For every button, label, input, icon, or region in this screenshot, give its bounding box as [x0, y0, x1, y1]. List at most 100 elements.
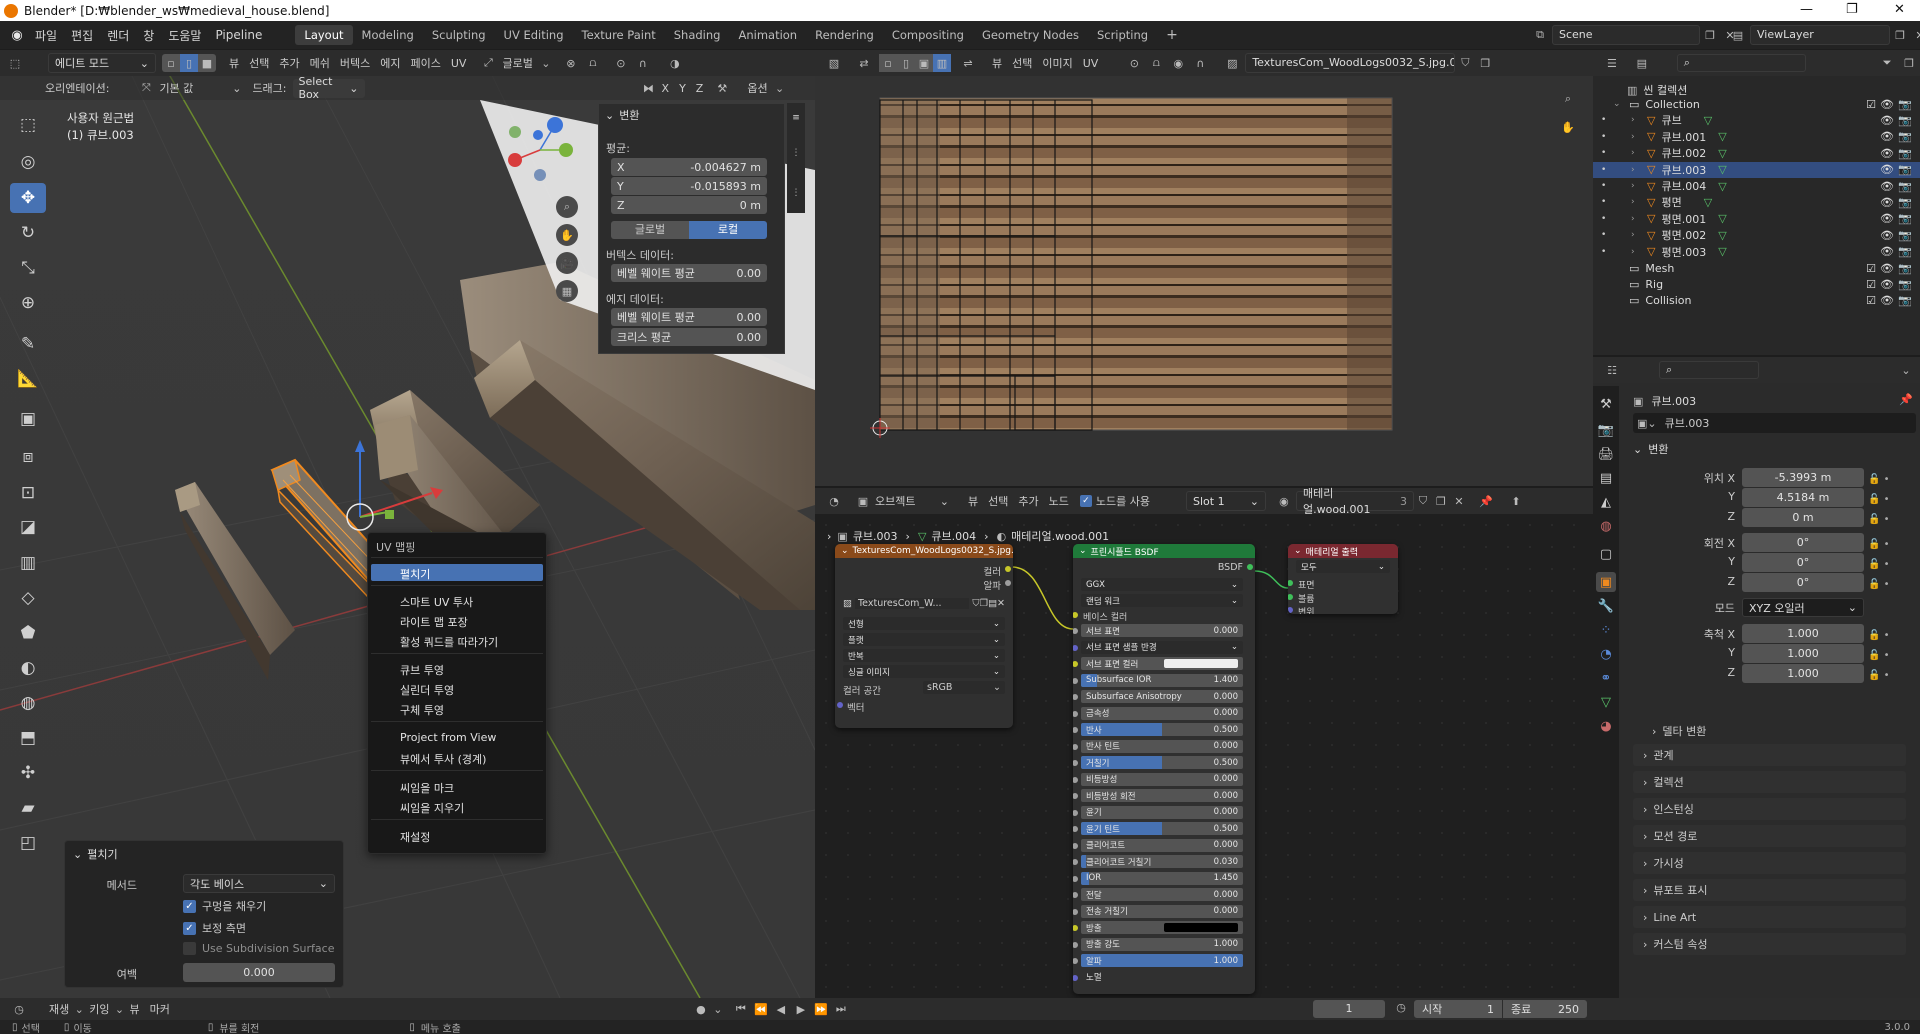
data-tab-icon[interactable]: ▽ — [1596, 692, 1616, 712]
expand-arrow-icon[interactable]: › — [1631, 214, 1641, 224]
new-collection-icon[interactable]: ❐ — [1898, 57, 1920, 70]
menu-window[interactable]: 창 — [136, 27, 161, 44]
minimize-icon[interactable]: — — [1800, 2, 1813, 17]
bsdf-input-socket[interactable] — [1073, 677, 1078, 684]
uv-face-mode-icon[interactable]: ▣ — [915, 54, 933, 72]
scale-x-field[interactable]: 1.000 — [1742, 624, 1864, 643]
face-select-icon[interactable]: ■ — [198, 54, 216, 72]
rotation-z-field[interactable]: 0° — [1742, 573, 1864, 592]
vp-menu-mesh[interactable]: 메쉬 — [305, 55, 335, 71]
bsdf-input-row[interactable]: 서브 표면 컬러 — [1081, 657, 1243, 670]
prev-keyframe-icon[interactable]: ⏪ — [751, 1003, 771, 1016]
distribution-dropdown[interactable]: GGX ⌄ — [1081, 578, 1243, 591]
uv-pan-icon[interactable]: ✋ — [1557, 116, 1579, 138]
image-vector-socket[interactable] — [837, 702, 843, 708]
output-target-dropdown[interactable]: 모두 ⌄ — [1296, 560, 1390, 573]
bsdf-input-row[interactable]: 윤기 틴트 0.500 — [1081, 822, 1243, 835]
image-texture-node[interactable]: ⌄ TexturesCom_WoodLogs0032_S.jpg.00 컬러 알파… — [835, 544, 1013, 728]
median-x-field[interactable]: X -0.004627 m — [611, 158, 767, 176]
properties-search-input[interactable]: ⌕ — [1659, 361, 1759, 379]
slot-dropdown[interactable]: Slot 1 ⌄ — [1185, 491, 1266, 511]
delta-transform-subpanel[interactable]: › 델타 변환 — [1652, 723, 1706, 739]
menu-item-smart-uv-project[interactable]: 스마트 UV 투사 — [400, 594, 473, 610]
tab-geometry-nodes[interactable]: Geometry Nodes — [973, 25, 1088, 45]
properties-editor-type-icon[interactable]: ☷ — [1601, 364, 1623, 377]
uv-menu-image[interactable]: 이미지 — [1037, 55, 1077, 71]
camera-render-icon[interactable]: 📷 — [1898, 98, 1912, 111]
visibility-panel[interactable]: › 가시성 — [1633, 852, 1906, 874]
add-cube-tool[interactable]: ▣ — [10, 404, 46, 434]
image-browse-icon[interactable]: ▨ — [1221, 57, 1243, 70]
bsdf-input-row[interactable]: 클리어코트 0.000 — [1081, 838, 1243, 852]
pin-properties-icon[interactable]: 📌 — [1899, 393, 1913, 406]
shader-type-dropdown[interactable]: 오브젝트 ⌄ — [871, 493, 953, 509]
node-menu-view[interactable]: 뷰 — [963, 493, 983, 509]
color-swatch[interactable] — [1164, 659, 1238, 668]
node-menu-add[interactable]: 추가 — [1013, 493, 1043, 509]
camera-view-icon[interactable]: 🎥 — [556, 252, 578, 274]
outliner-object-row[interactable]: • › ▽ 평면.003 ▽ 👁 📷 — [1593, 244, 1920, 260]
spin-tool[interactable]: ◐ — [10, 653, 46, 683]
use-subdivision-checkbox[interactable]: Use Subdivision Surface — [183, 942, 334, 955]
material-fake-user-icon[interactable]: ⛉ — [1414, 494, 1432, 508]
extension-dropdown[interactable]: 반복 ⌄ — [843, 649, 1005, 662]
jump-end-icon[interactable]: ⏭ — [831, 1002, 851, 1016]
bevel-tool[interactable]: ◪ — [10, 512, 46, 542]
edge-select-icon[interactable]: ▯ — [180, 54, 198, 72]
jump-start-icon[interactable]: ⏮ — [731, 1002, 751, 1016]
outliner-collection-row[interactable]: ▭ Mesh ☑ 👁 📷 — [1593, 260, 1920, 276]
sidebar-tab-item[interactable]: ≡ — [787, 103, 805, 133]
outliner-object-row[interactable]: • › ▽ 큐브.002 ▽ 👁 📷 — [1593, 145, 1920, 161]
eye-icon[interactable]: 👁 — [1880, 196, 1894, 209]
move-tool[interactable]: ✥ — [10, 183, 46, 213]
vp-menu-vertex[interactable]: 버텍스 — [335, 55, 375, 71]
camera-render-icon[interactable]: 📷 — [1898, 245, 1912, 258]
select-box-tool[interactable]: ⬚ — [10, 110, 46, 140]
bsdf-input-row[interactable]: 비등방성 회전 0.000 — [1081, 789, 1243, 802]
expand-arrow-icon[interactable]: ⌄ — [1613, 99, 1623, 109]
extrude-tool[interactable]: ⧈ — [10, 442, 46, 472]
expand-arrow-icon[interactable]: › — [1631, 132, 1641, 142]
camera-render-icon[interactable]: 📷 — [1898, 212, 1912, 225]
particles-tab-icon[interactable]: ⁘ — [1596, 620, 1616, 640]
local-button[interactable]: 로컬 — [689, 221, 767, 239]
line-art-panel[interactable]: › Line Art — [1633, 906, 1906, 928]
include-checkbox-icon[interactable]: ☑ — [1866, 278, 1876, 291]
start-frame-field[interactable]: 시작 1 — [1414, 1000, 1502, 1018]
orientation-dropdown[interactable]: 기본 값 ⌄ — [155, 80, 245, 96]
fill-holes-checkbox[interactable]: ✓ 구멍을 채우기 — [183, 898, 266, 914]
vp-menu-face[interactable]: 페이스 — [406, 55, 446, 71]
camera-render-icon[interactable]: 📷 — [1898, 229, 1912, 242]
uv-menu-select[interactable]: 선택 — [1007, 55, 1037, 71]
timeline-editor-type-icon[interactable]: ◷ — [8, 1003, 30, 1016]
node-editor-type-icon[interactable]: ◔ — [823, 495, 845, 508]
viewlayer-selector[interactable]: ▤ ViewLayer ❐ ✕ — [1726, 24, 1920, 46]
smooth-tool[interactable]: ◍ — [10, 688, 46, 718]
cursor-tool[interactable]: ◎ — [10, 147, 46, 177]
parent-node-tree-icon[interactable]: ⬆ — [1506, 495, 1526, 508]
relations-panel[interactable]: › 관계 — [1633, 744, 1906, 766]
vp-menu-edge[interactable]: 에지 — [375, 55, 405, 71]
bsdf-input-row[interactable]: 서브 표면 0.000 — [1081, 624, 1243, 637]
menu-pipeline[interactable]: Pipeline — [208, 28, 269, 42]
uv-vertex-mode-icon[interactable]: ▫ — [879, 54, 897, 72]
eye-icon[interactable]: 👁 — [1880, 130, 1894, 143]
timeline-menu-view[interactable]: 뷰 — [125, 1001, 145, 1017]
end-frame-field[interactable]: 종료 250 — [1503, 1000, 1587, 1018]
inset-tool[interactable]: ⊡ — [10, 478, 46, 508]
operator-header[interactable]: ⌄ 펼치기 — [73, 846, 118, 862]
timeline-menu-playback[interactable]: 재생 — [44, 1001, 74, 1017]
rip-tool[interactable]: ◰ — [10, 828, 46, 858]
projection-dropdown[interactable]: 플랫 ⌄ — [843, 633, 1005, 646]
tab-compositing[interactable]: Compositing — [883, 25, 973, 45]
outliner-object-row[interactable]: • › ▽ 큐브.004 ▽ 👁 📷 — [1593, 178, 1920, 194]
eye-icon[interactable]: 👁 — [1880, 229, 1894, 242]
bsdf-input-row[interactable]: IOR 1.450 — [1081, 871, 1243, 885]
drag-dropdown[interactable]: Select Box ⌄ — [292, 75, 365, 101]
annotate-tool[interactable]: ✎ — [10, 329, 46, 359]
camera-render-icon[interactable]: 📷 — [1898, 114, 1912, 127]
constraints-tab-icon[interactable]: ⚭ — [1596, 668, 1616, 688]
play-reverse-icon[interactable]: ◀ — [771, 1003, 791, 1016]
scene-selector[interactable]: ⧉ Scene ❐ ✕ — [1528, 24, 1740, 46]
uv-snap-icon[interactable]: ⩍ — [1145, 56, 1167, 70]
